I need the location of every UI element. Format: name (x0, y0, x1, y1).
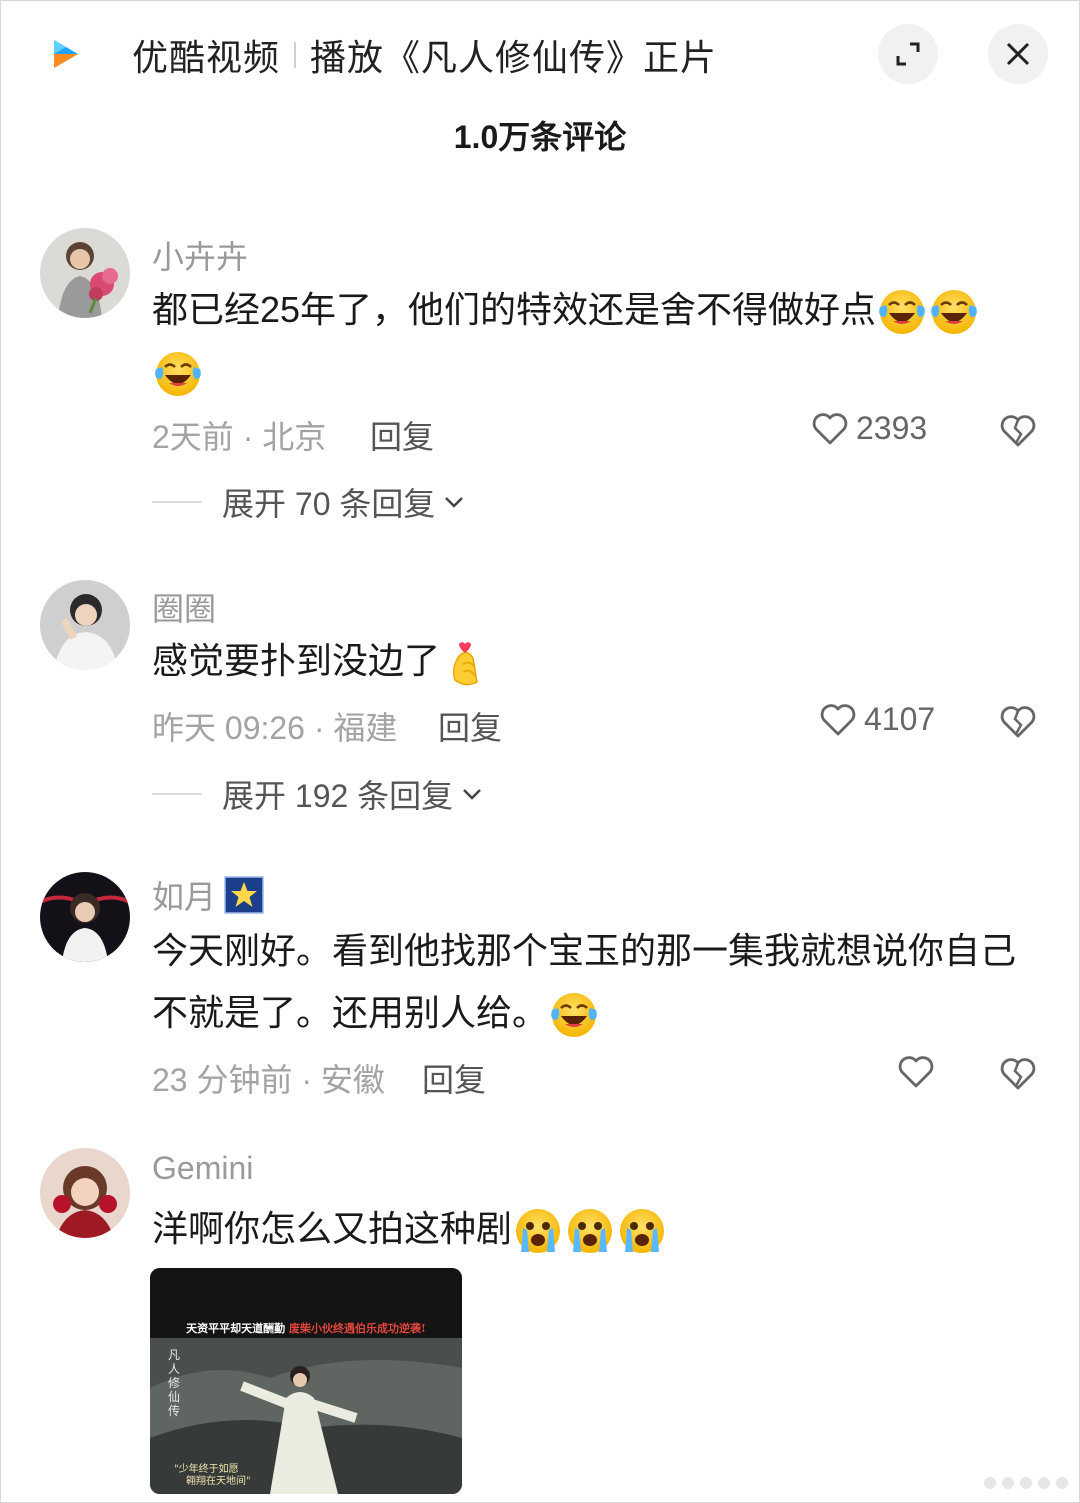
crying-emoji-icon (513, 1206, 563, 1256)
like-count: 2393 (856, 409, 928, 446)
reply-button[interactable]: 回复 (370, 412, 434, 458)
avatar[interactable] (40, 872, 130, 962)
comment-text: 洋啊你怎么又拍这种剧 (152, 1198, 1042, 1260)
crying-emoji-icon (565, 1206, 615, 1256)
expand-icon (896, 42, 920, 66)
expand-replies[interactable]: 展开 70 条回复 (152, 479, 465, 525)
crying-emoji-icon (617, 1206, 667, 1256)
username[interactable]: 小卉卉 (152, 232, 248, 278)
video-frame-image (150, 1268, 462, 1494)
broken-heart-icon[interactable] (998, 410, 1038, 450)
expand-replies[interactable]: 展开 192 条回复 (152, 771, 483, 817)
laugh-cry-emoji-icon (549, 990, 599, 1040)
like-button[interactable]: 2393 (810, 408, 927, 448)
youku-logo-icon (54, 40, 78, 68)
video-caption: "少年终于如愿 翱翔在天地间" (174, 1464, 251, 1488)
title-divider (294, 42, 297, 68)
broken-heart-icon[interactable] (998, 701, 1038, 741)
avatar[interactable] (40, 1148, 130, 1238)
watermark-dots (984, 1477, 1068, 1489)
username[interactable]: 如月 (152, 872, 264, 918)
laugh-cry-emoji-icon (929, 287, 979, 337)
heart-icon (896, 1051, 936, 1091)
video-banner: 天资平平却天道酬勤 废柴小伙终遇伯乐成功逆袭! (150, 1320, 462, 1336)
heart-icon (810, 408, 850, 448)
username-text: 如月 (152, 879, 217, 915)
playing-label[interactable]: 播放《凡人修仙传》正片 (310, 29, 717, 81)
banner-red-text: 废柴小伙终遇伯乐成功逆袭! (289, 1322, 426, 1335)
comment-meta: 昨天 09:26 · 福建 (152, 710, 398, 746)
reply-button[interactable]: 回复 (422, 1055, 486, 1101)
like-count: 4107 (864, 700, 936, 737)
comment-body: 洋啊你怎么又拍这种剧 (152, 1208, 513, 1249)
divider-line (152, 501, 202, 503)
username[interactable]: 圈圈 (152, 584, 216, 630)
username[interactable]: Gemini (152, 1150, 253, 1187)
comment-text: 今天刚好。看到他找那个宝玉的那一集我就想说你自己 不就是了。还用别人给。 (152, 920, 1042, 1044)
heart-icon (818, 699, 858, 739)
header: 优酷视频 播放《凡人修仙传》正片 (0, 0, 1080, 110)
comment-text: 感觉要扑到没边了 (152, 630, 1042, 692)
laugh-cry-emoji-icon (877, 287, 927, 337)
caption-line2: 翱翔在天地间" (186, 1476, 251, 1487)
like-button[interactable] (896, 1051, 942, 1091)
app-name: 优酷视频 (132, 37, 281, 78)
comment-body: 都已经25年了，他们的特效还是舍不得做好点 (152, 289, 877, 330)
expand-button[interactable] (878, 24, 938, 84)
comment-body-line2: 不就是了。还用别人给。 (152, 992, 549, 1033)
comment-meta: 23 分钟前 · 安徽 (152, 1062, 385, 1098)
divider-line (152, 793, 202, 795)
comment-body: 感觉要扑到没边了 (152, 640, 441, 681)
laugh-cry-emoji-icon (153, 349, 203, 399)
comment-meta: 2天前 · 北京 (152, 419, 327, 455)
comment-count: 1.0万条评论 (453, 119, 627, 155)
comment-body-line1: 今天刚好。看到他找那个宝玉的那一集我就想说你自己 (152, 930, 1017, 971)
broken-heart-icon[interactable] (998, 1053, 1038, 1093)
video-thumbnail[interactable]: 天资平平却天道酬勤 废柴小伙终遇伯乐成功逆袭! 凡人修仙传 "少年终于如愿 翱翔… (150, 1268, 462, 1494)
avatar[interactable] (40, 580, 130, 670)
app-title: 优酷视频 播放《凡人修仙传》正片 (132, 30, 717, 80)
star-badge-icon (224, 876, 264, 914)
close-button[interactable] (988, 24, 1048, 84)
close-icon (1006, 42, 1030, 66)
chevron-down-icon (445, 497, 464, 508)
video-logo: 凡人修仙传 (168, 1348, 181, 1418)
finger-heart-emoji-icon (452, 642, 478, 686)
expand-label: 展开 192 条回复 (222, 778, 454, 814)
expand-label: 展开 70 条回复 (222, 486, 436, 522)
banner-white-text: 天资平平却天道酬勤 (186, 1322, 286, 1335)
reply-button[interactable]: 回复 (438, 703, 502, 749)
avatar[interactable] (40, 228, 130, 318)
like-button[interactable]: 4107 (818, 699, 935, 739)
chevron-down-icon (463, 789, 482, 800)
caption-line1: "少年终于如愿 (174, 1464, 239, 1475)
comment-text: 都已经25年了，他们的特效还是舍不得做好点 (152, 279, 1042, 403)
